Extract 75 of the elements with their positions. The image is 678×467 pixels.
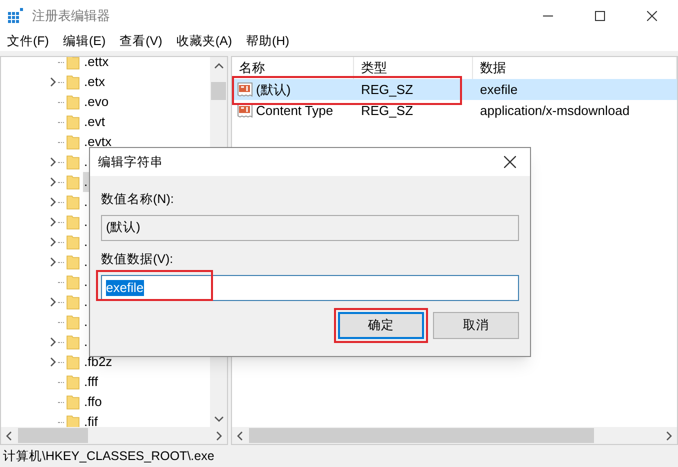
tree-item[interactable]: .evt [83,112,106,132]
tree-item[interactable]: . [83,192,89,212]
folder-icon [66,214,80,230]
horizontal-scrollbar[interactable] [1,427,227,444]
string-value-icon [237,82,253,98]
folder-icon [66,114,80,130]
tree-item[interactable]: .ffo [83,392,103,412]
tree-item[interactable]: . [83,152,89,172]
tree-item[interactable]: . [83,272,89,292]
tree-item[interactable]: . [83,332,89,352]
folder-icon [66,314,80,330]
folder-icon [66,154,80,170]
folder-icon [66,194,80,210]
tree-item[interactable]: .fif [83,412,99,427]
value-data-field[interactable]: exefile [101,274,519,300]
table-row[interactable]: Content Type REG_SZ application/x-msdownload [232,100,677,121]
folder-icon [66,234,80,250]
menu-item[interactable]: 帮助(H) [238,32,296,50]
tree-item[interactable]: . [83,232,89,252]
tree-item[interactable]: .fff [83,372,99,392]
registry-icon [8,8,24,24]
chevron-left-icon[interactable] [235,430,245,440]
folder-icon [66,254,80,270]
menu-item[interactable]: 文件(F) [0,32,56,50]
status-path: 计算机\HKEY_CLASSES_ROOT\.exe [3,448,214,465]
table-cell-text: application/x-msdownload [479,102,631,120]
chevron-right-icon[interactable] [48,297,58,307]
scrollbar-thumb[interactable] [249,428,594,443]
menu-item[interactable]: 编辑(E) [56,32,113,50]
folder-icon [66,57,80,70]
tree-item[interactable]: . [83,292,89,312]
dialog-button[interactable]: 确定 [338,312,424,338]
folder-icon [66,354,80,370]
folder-icon [66,394,80,410]
tree-item[interactable]: . [83,212,89,232]
chevron-left-icon[interactable] [4,430,14,440]
tree-item[interactable]: . [83,172,89,192]
folder-icon [66,174,80,190]
tree-item[interactable]: .evo [83,92,110,112]
chevron-right-icon[interactable] [214,430,224,440]
close-icon[interactable] [647,10,657,20]
value-name-field[interactable]: (默认) [101,214,519,241]
table-cell-text: exefile [479,80,519,99]
horizontal-scrollbar[interactable] [232,427,677,444]
folder-icon [66,274,80,290]
field-label: 数值数据(V): [101,250,174,268]
tree-item[interactable]: .ettx [83,57,110,72]
tree-item[interactable]: . [83,252,89,272]
tree-item[interactable]: . [83,312,89,332]
table-cell-text: Content Type [256,102,334,120]
folder-icon [66,74,80,90]
table-cell-text: REG_SZ [360,80,414,99]
tree-item[interactable]: .etx [83,72,106,92]
close-icon[interactable] [504,156,516,168]
table-row[interactable]: (默认) REG_SZ exefile [232,79,677,100]
table-cell-text: REG_SZ [360,102,414,120]
table-cell-text: (默认) [256,80,291,99]
chevron-up-icon[interactable] [214,60,224,70]
chevron-right-icon[interactable] [664,430,674,440]
window-title: 注册表编辑器 [32,6,110,25]
maximize-icon[interactable] [595,10,605,20]
field-label: 数值名称(N): [101,191,175,208]
dialog-title: 编辑字符串 [98,154,163,171]
folder-icon [66,134,80,150]
scrollbar-thumb[interactable] [18,428,88,443]
chevron-right-icon[interactable] [48,77,58,87]
folder-icon [66,294,80,310]
folder-icon [66,374,80,390]
menu-item[interactable]: 收藏夹(A) [169,32,239,50]
dialog-button[interactable]: 取消 [433,312,519,338]
folder-icon [66,94,80,110]
folder-icon [66,334,80,350]
chevron-down-icon[interactable] [214,414,224,424]
scrollbar-thumb[interactable] [211,82,226,100]
menu-item[interactable]: 查看(V) [112,32,170,50]
